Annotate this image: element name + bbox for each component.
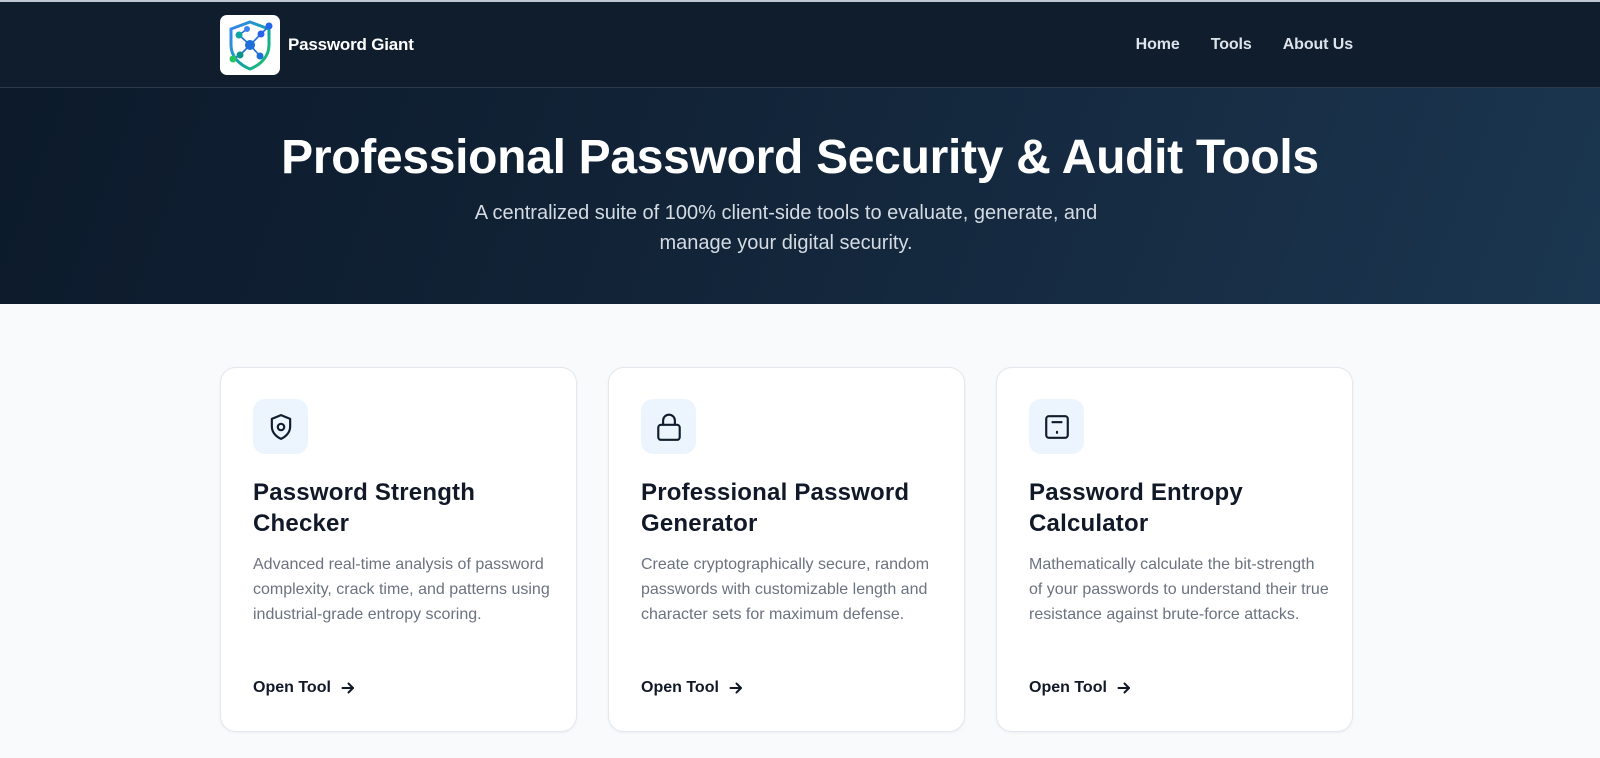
open-tool-link[interactable]: Open Tool — [1029, 679, 1131, 697]
open-tool-label: Open Tool — [253, 679, 331, 696]
hero-title: Professional Password Security & Audit T… — [281, 131, 1319, 184]
tool-card-entropy-calculator: Password Entropy Calculator Mathematical… — [996, 367, 1353, 732]
card-title: Professional Password Generator — [641, 479, 910, 537]
lock-icon — [656, 413, 681, 441]
brand-name: Password Giant — [288, 35, 414, 54]
icon-tile — [1029, 399, 1084, 454]
main-nav: Home Tools About Us — [1136, 36, 1353, 54]
password-giant-logo — [220, 15, 280, 75]
hero-section: Professional Password Security & Audit T… — [0, 88, 1600, 304]
open-tool-link[interactable]: Open Tool — [253, 679, 355, 697]
open-tool-label: Open Tool — [641, 679, 719, 696]
nav-link-tools[interactable]: Tools — [1211, 36, 1252, 54]
tool-card-strength-checker: Password Strength Checker Advanced real-… — [220, 367, 577, 732]
icon-tile — [253, 399, 308, 454]
open-tool-label: Open Tool — [1029, 679, 1107, 696]
arrow-right-icon — [1117, 681, 1131, 695]
calculator-icon — [1044, 414, 1069, 439]
shield-icon — [270, 413, 291, 440]
card-description: Create cryptographically secure, random … — [641, 556, 930, 623]
card-description: Advanced real-time analysis of password … — [253, 556, 550, 623]
card-title: Password Strength Checker — [253, 479, 476, 537]
brand-link[interactable]: Password Giant — [220, 15, 414, 75]
tool-card-password-generator: Professional Password Generator Create c… — [608, 367, 965, 732]
card-description: Mathematically calculate the bit-strengt… — [1029, 556, 1329, 623]
card-title: Password Entropy Calculator — [1029, 479, 1243, 537]
icon-tile — [641, 399, 696, 454]
top-navbar: Password Giant Home Tools About Us — [0, 0, 1600, 88]
nav-link-home[interactable]: Home — [1136, 36, 1180, 54]
arrow-right-icon — [341, 681, 355, 695]
hero-subtitle: A centralized suite of 100% client-side … — [474, 202, 1098, 254]
open-tool-link[interactable]: Open Tool — [641, 679, 743, 697]
nav-link-about-us[interactable]: About Us — [1283, 36, 1353, 54]
arrow-right-icon — [729, 681, 743, 695]
